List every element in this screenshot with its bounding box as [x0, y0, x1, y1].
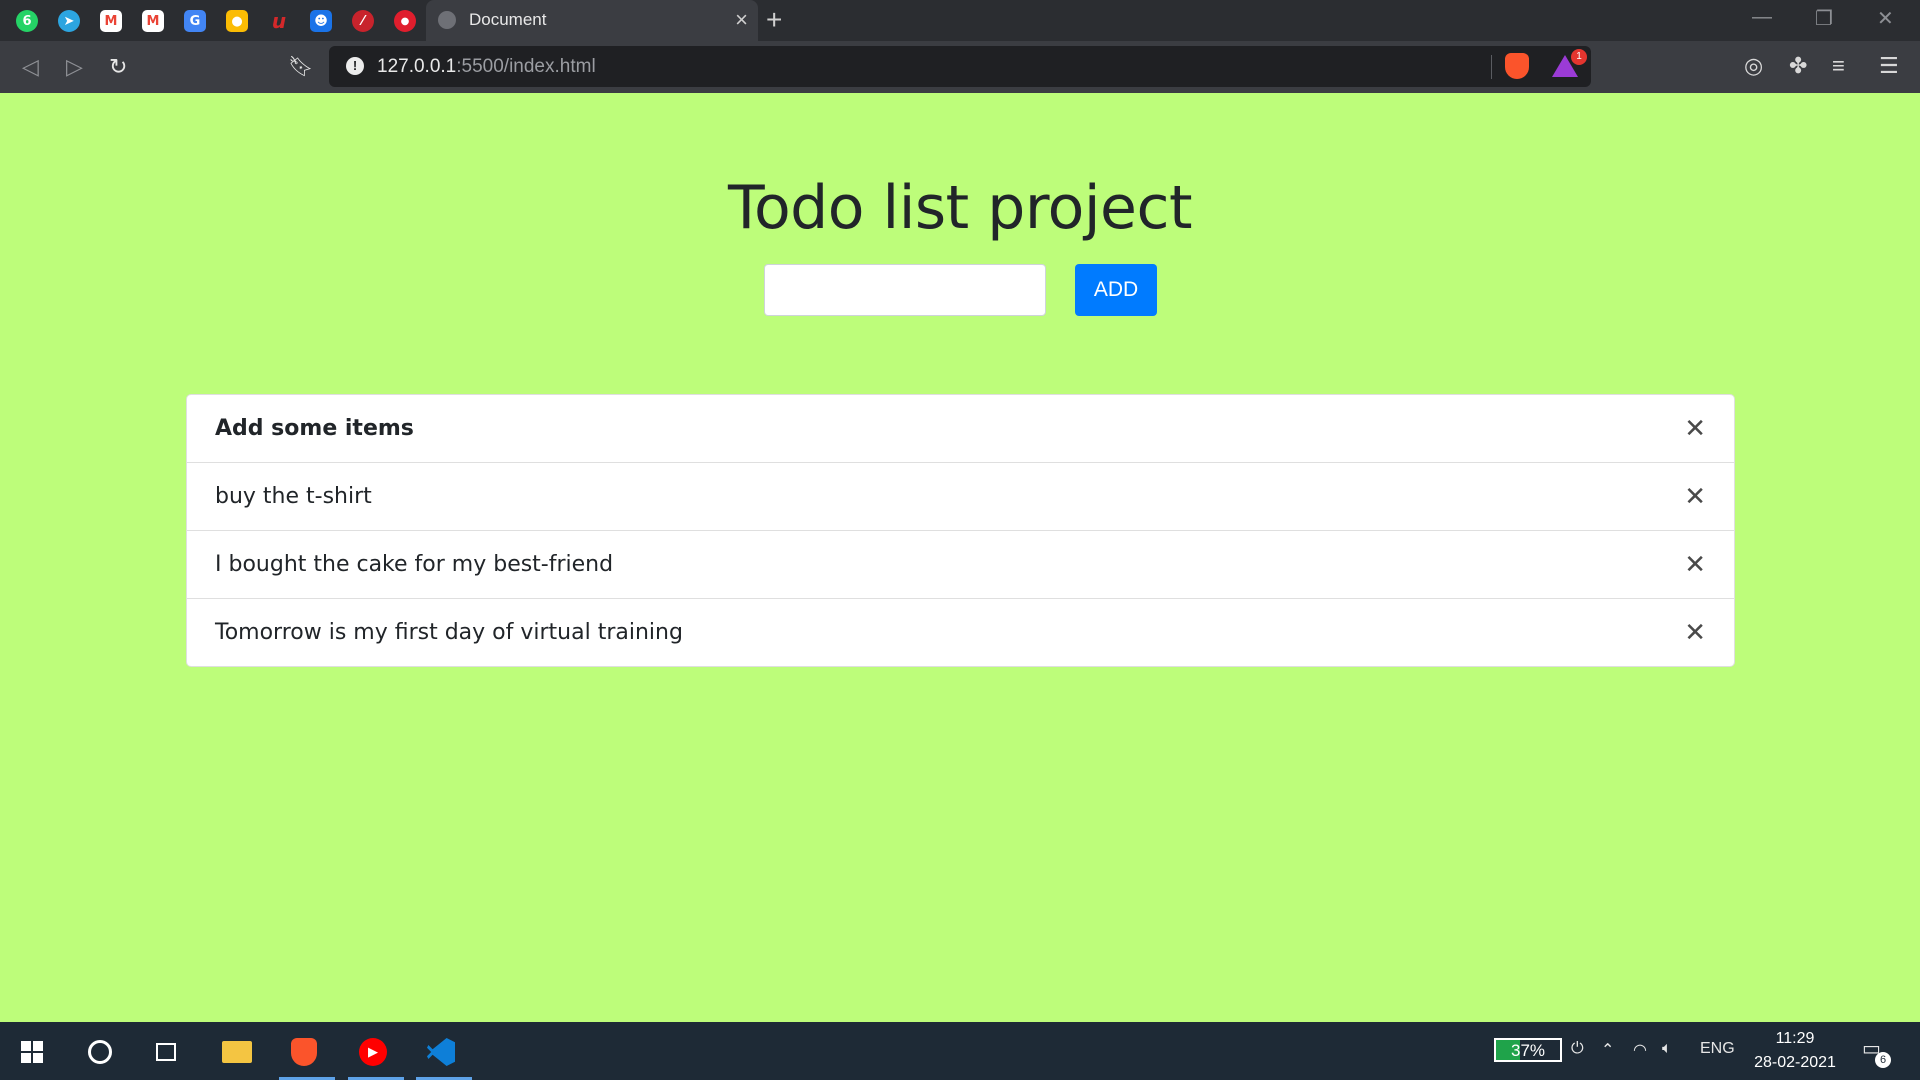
list-item: Add some items ✕: [187, 395, 1734, 463]
extension-owl-icon[interactable]: ◎: [1744, 53, 1763, 79]
page-title: Todo list project: [728, 173, 1192, 243]
list-item-text: Add some items: [215, 416, 414, 441]
list-item: Tomorrow is my first day of virtual trai…: [187, 599, 1734, 666]
globe-icon: [438, 11, 456, 29]
power-plug-icon[interactable]: ⏻: [1571, 1040, 1584, 1058]
telegram-icon: ➤: [58, 10, 80, 32]
rewards-badge: 1: [1571, 49, 1587, 65]
task-view-icon: [156, 1043, 176, 1061]
windows-icon: [21, 1041, 43, 1063]
vscode-button[interactable]: [423, 1034, 459, 1070]
language-indicator[interactable]: ENG: [1700, 1040, 1735, 1058]
tab-document[interactable]: Document ×: [426, 0, 758, 41]
whatsapp-icon: 6: [16, 10, 38, 32]
list-item-text: Tomorrow is my first day of virtual trai…: [215, 620, 683, 645]
chevron-up-icon[interactable]: ⌃: [1601, 1040, 1614, 1060]
clock-date: 28-02-2021: [1754, 1054, 1836, 1071]
list-item: I bought the cake for my best-friend ✕: [187, 531, 1734, 599]
add-button[interactable]: ADD: [1075, 264, 1157, 316]
address-bar[interactable]: ! 127.0.0.1:5500/index.html 1: [329, 46, 1591, 87]
volume-icon[interactable]: 🔈︎: [1662, 1040, 1672, 1058]
tab-title: Document: [469, 10, 547, 29]
youtube-music-button[interactable]: ▶: [355, 1034, 391, 1070]
tab-strip: 6 ➤ M M G ● u ☻ ⁄ ● Document × + — ❐ ✕: [0, 0, 1920, 41]
notification-count: 6: [1875, 1052, 1891, 1068]
pinned-tab-keep[interactable]: ●: [222, 6, 252, 36]
restore-button[interactable]: ❐: [1815, 6, 1833, 31]
close-tab-icon[interactable]: ×: [735, 7, 748, 33]
close-icon[interactable]: ✕: [1684, 549, 1706, 580]
vscode-icon: [427, 1038, 455, 1066]
todo-input[interactable]: [764, 264, 1046, 316]
pinned-tab-contacts[interactable]: ☻: [306, 6, 336, 36]
clock[interactable]: 11:29 28-02-2021: [1745, 1027, 1845, 1075]
brave-taskbar-button[interactable]: [286, 1034, 322, 1070]
battery-percent: 37%: [1510, 1041, 1546, 1060]
minimize-button[interactable]: —: [1752, 6, 1772, 29]
pinned-tab-translate[interactable]: G: [180, 6, 210, 36]
brave-icon: [291, 1038, 317, 1066]
bookmark-icon[interactable]: 🔖︎: [288, 54, 313, 79]
list-item-text: I bought the cake for my best-friend: [215, 552, 614, 577]
omnibox-divider: [1491, 55, 1492, 79]
page-content: Todo list project ADD Add some items ✕ b…: [0, 93, 1920, 1022]
gmail-icon: M: [142, 10, 164, 32]
pinned-tab-slash[interactable]: ⁄: [348, 6, 378, 36]
pinned-tab-telegram[interactable]: ➤: [54, 6, 84, 36]
todo-list: Add some items ✕ buy the t-shirt ✕ I bou…: [186, 394, 1735, 667]
site-info-icon[interactable]: !: [346, 57, 364, 75]
list-item: buy the t-shirt ✕: [187, 463, 1734, 531]
google-keep-icon: ●: [226, 10, 248, 32]
taskbar: ▶ 37% ⏻ ⌃ ◠ 🔈︎ ENG 11:29 28-02-2021 ▭ 6: [0, 1022, 1920, 1080]
brave-shields-icon[interactable]: [1505, 53, 1529, 79]
contacts-icon: ☻: [310, 10, 332, 32]
media-playlist-icon[interactable]: ≡: [1832, 53, 1845, 79]
reload-button[interactable]: ↻: [109, 54, 127, 80]
pinned-tab-chat[interactable]: ●: [390, 6, 420, 36]
pinned-tab-gmail-2[interactable]: M: [138, 6, 168, 36]
clock-time: 11:29: [1775, 1030, 1815, 1047]
close-icon[interactable]: ✕: [1684, 617, 1706, 648]
gmail-icon: M: [100, 10, 122, 32]
pinned-tab-brand[interactable]: u: [264, 6, 294, 36]
brand-icon: u: [271, 9, 287, 33]
close-icon[interactable]: ✕: [1684, 413, 1706, 444]
cortana-icon: [88, 1040, 112, 1064]
wifi-icon[interactable]: ◠: [1633, 1040, 1647, 1060]
new-tab-button[interactable]: +: [766, 4, 782, 36]
back-button[interactable]: ◁: [22, 54, 39, 80]
slash-app-icon: ⁄: [352, 10, 374, 32]
forward-button[interactable]: ▷: [66, 54, 83, 80]
search-button[interactable]: [86, 1034, 114, 1070]
file-explorer-button[interactable]: [219, 1034, 255, 1070]
extensions-puzzle-icon[interactable]: ✤: [1789, 53, 1807, 79]
youtube-music-icon: ▶: [359, 1038, 387, 1066]
close-window-button[interactable]: ✕: [1877, 6, 1894, 31]
url-text[interactable]: 127.0.0.1:5500/index.html: [377, 56, 596, 78]
chat-icon: ●: [394, 10, 416, 32]
browser-toolbar: ◁ ▷ ↻ 🔖︎ ! 127.0.0.1:5500/index.html 1 ◎…: [0, 41, 1920, 93]
folder-icon: [222, 1041, 252, 1063]
battery-indicator[interactable]: 37%: [1494, 1038, 1562, 1062]
task-view-button[interactable]: [152, 1034, 180, 1070]
pinned-tab-gmail[interactable]: M: [96, 6, 126, 36]
pinned-tab-whatsapp[interactable]: 6: [12, 6, 42, 36]
close-icon[interactable]: ✕: [1684, 481, 1706, 512]
start-button[interactable]: [18, 1034, 46, 1070]
menu-icon[interactable]: ☰: [1879, 53, 1899, 79]
list-item-text: buy the t-shirt: [215, 484, 372, 509]
google-translate-icon: G: [184, 10, 206, 32]
